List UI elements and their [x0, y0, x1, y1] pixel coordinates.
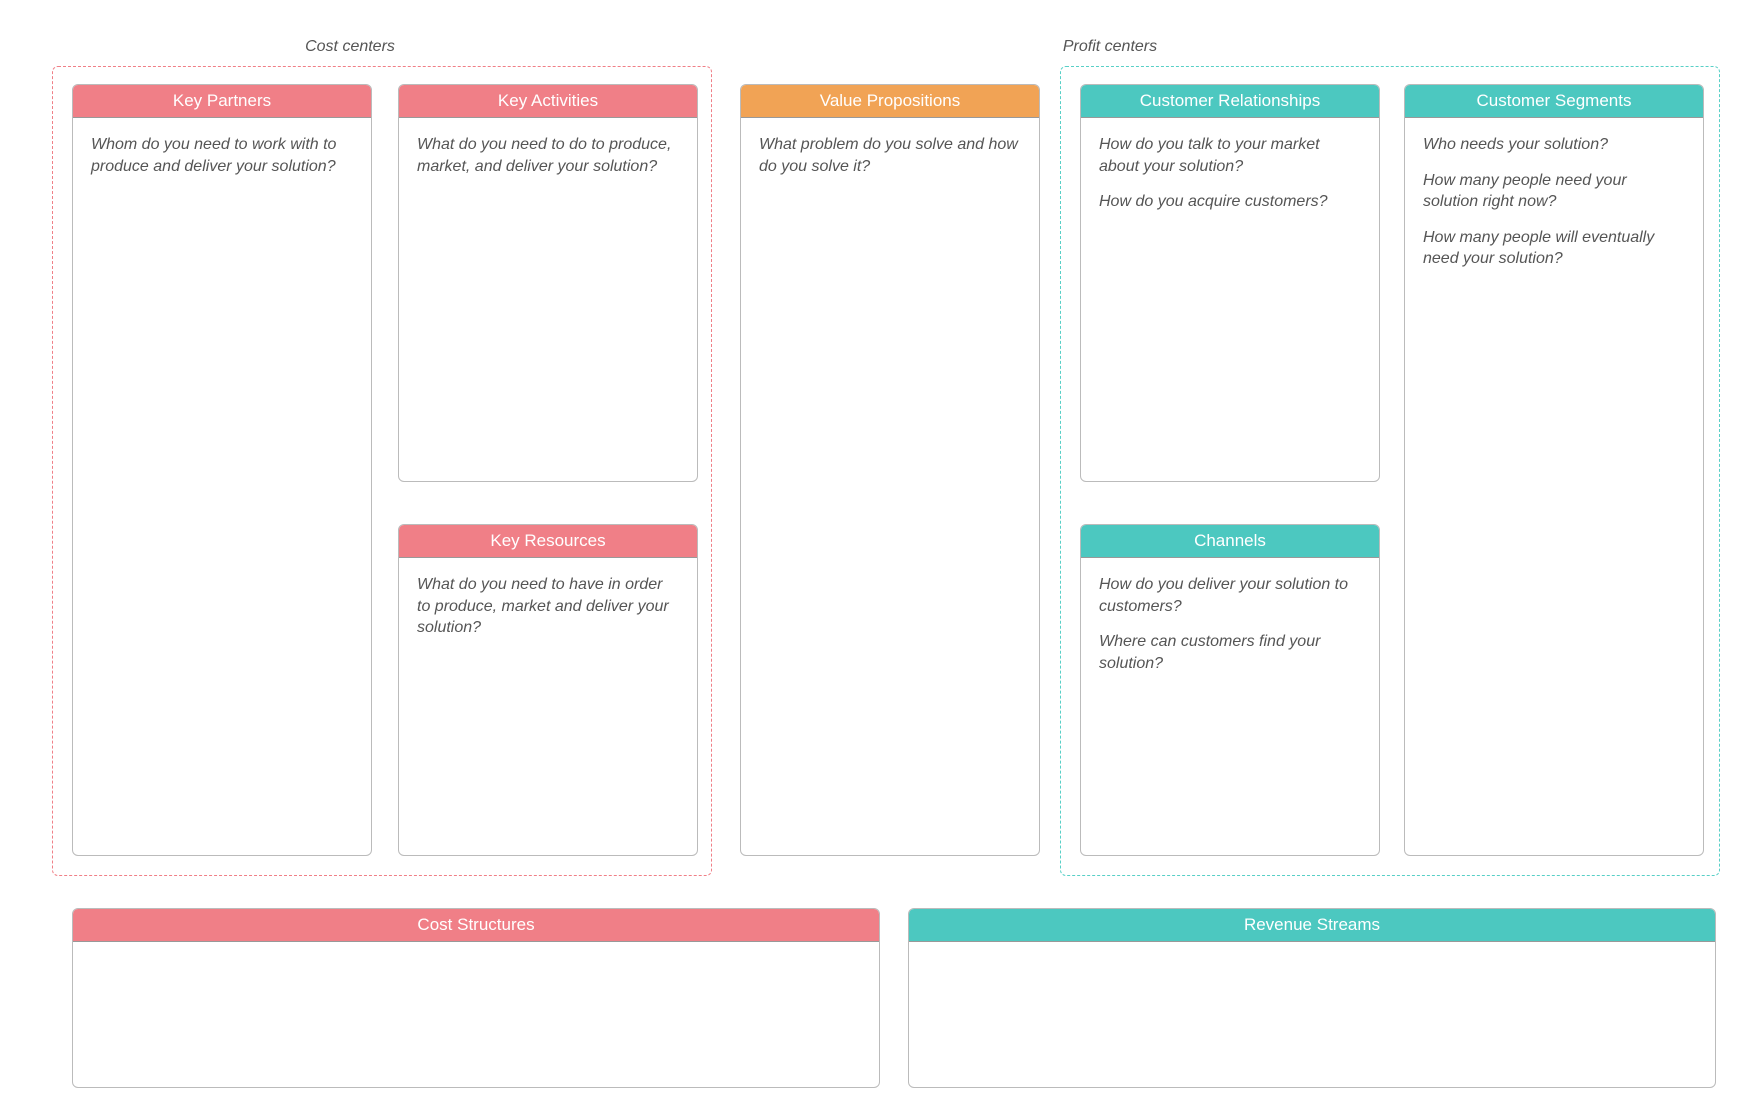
value-propositions-card[interactable]: Value Propositions What problem do you s…	[740, 84, 1040, 856]
key-resources-title: Key Resources	[399, 525, 697, 558]
key-partners-body[interactable]: Whom do you need to work with to produce…	[73, 118, 371, 855]
profit-centers-label: Profit centers	[1020, 38, 1200, 56]
key-partners-title: Key Partners	[73, 85, 371, 118]
revenue-streams-card[interactable]: Revenue Streams	[908, 908, 1716, 1088]
customer-segments-card[interactable]: Customer Segments Who needs your solutio…	[1404, 84, 1704, 856]
key-activities-body[interactable]: What do you need to do to produce, marke…	[399, 118, 697, 481]
customer-segments-prompt-1: How many people need your solution right…	[1423, 170, 1685, 213]
channels-card[interactable]: Channels How do you deliver your solutio…	[1080, 524, 1380, 856]
customer-segments-prompt-2: How many people will eventually need you…	[1423, 227, 1685, 270]
key-partners-prompt-0: Whom do you need to work with to produce…	[91, 134, 353, 177]
key-activities-title: Key Activities	[399, 85, 697, 118]
key-resources-card[interactable]: Key Resources What do you need to have i…	[398, 524, 698, 856]
revenue-streams-body[interactable]	[909, 942, 1715, 1087]
cost-centers-label: Cost centers	[260, 38, 440, 56]
channels-prompt-1: Where can customers find your solution?	[1099, 631, 1361, 674]
customer-relationships-title: Customer Relationships	[1081, 85, 1379, 118]
customer-segments-body[interactable]: Who needs your solution? How many people…	[1405, 118, 1703, 855]
value-propositions-body[interactable]: What problem do you solve and how do you…	[741, 118, 1039, 855]
key-activities-prompt-0: What do you need to do to produce, marke…	[417, 134, 679, 177]
revenue-streams-title: Revenue Streams	[909, 909, 1715, 942]
customer-relationships-prompt-0: How do you talk to your market about you…	[1099, 134, 1361, 177]
key-resources-prompt-0: What do you need to have in order to pro…	[417, 574, 679, 639]
channels-prompt-0: How do you deliver your solution to cust…	[1099, 574, 1361, 617]
customer-relationships-prompt-1: How do you acquire customers?	[1099, 191, 1361, 213]
channels-body[interactable]: How do you deliver your solution to cust…	[1081, 558, 1379, 855]
customer-relationships-body[interactable]: How do you talk to your market about you…	[1081, 118, 1379, 481]
business-model-canvas: Cost centers Profit centers Key Partners…	[0, 0, 1751, 1093]
key-partners-card[interactable]: Key Partners Whom do you need to work wi…	[72, 84, 372, 856]
key-activities-card[interactable]: Key Activities What do you need to do to…	[398, 84, 698, 482]
customer-segments-prompt-0: Who needs your solution?	[1423, 134, 1685, 156]
cost-structures-body[interactable]	[73, 942, 879, 1087]
cost-structures-title: Cost Structures	[73, 909, 879, 942]
value-propositions-title: Value Propositions	[741, 85, 1039, 118]
customer-segments-title: Customer Segments	[1405, 85, 1703, 118]
customer-relationships-card[interactable]: Customer Relationships How do you talk t…	[1080, 84, 1380, 482]
cost-structures-card[interactable]: Cost Structures	[72, 908, 880, 1088]
channels-title: Channels	[1081, 525, 1379, 558]
key-resources-body[interactable]: What do you need to have in order to pro…	[399, 558, 697, 855]
value-propositions-prompt-0: What problem do you solve and how do you…	[759, 134, 1021, 177]
